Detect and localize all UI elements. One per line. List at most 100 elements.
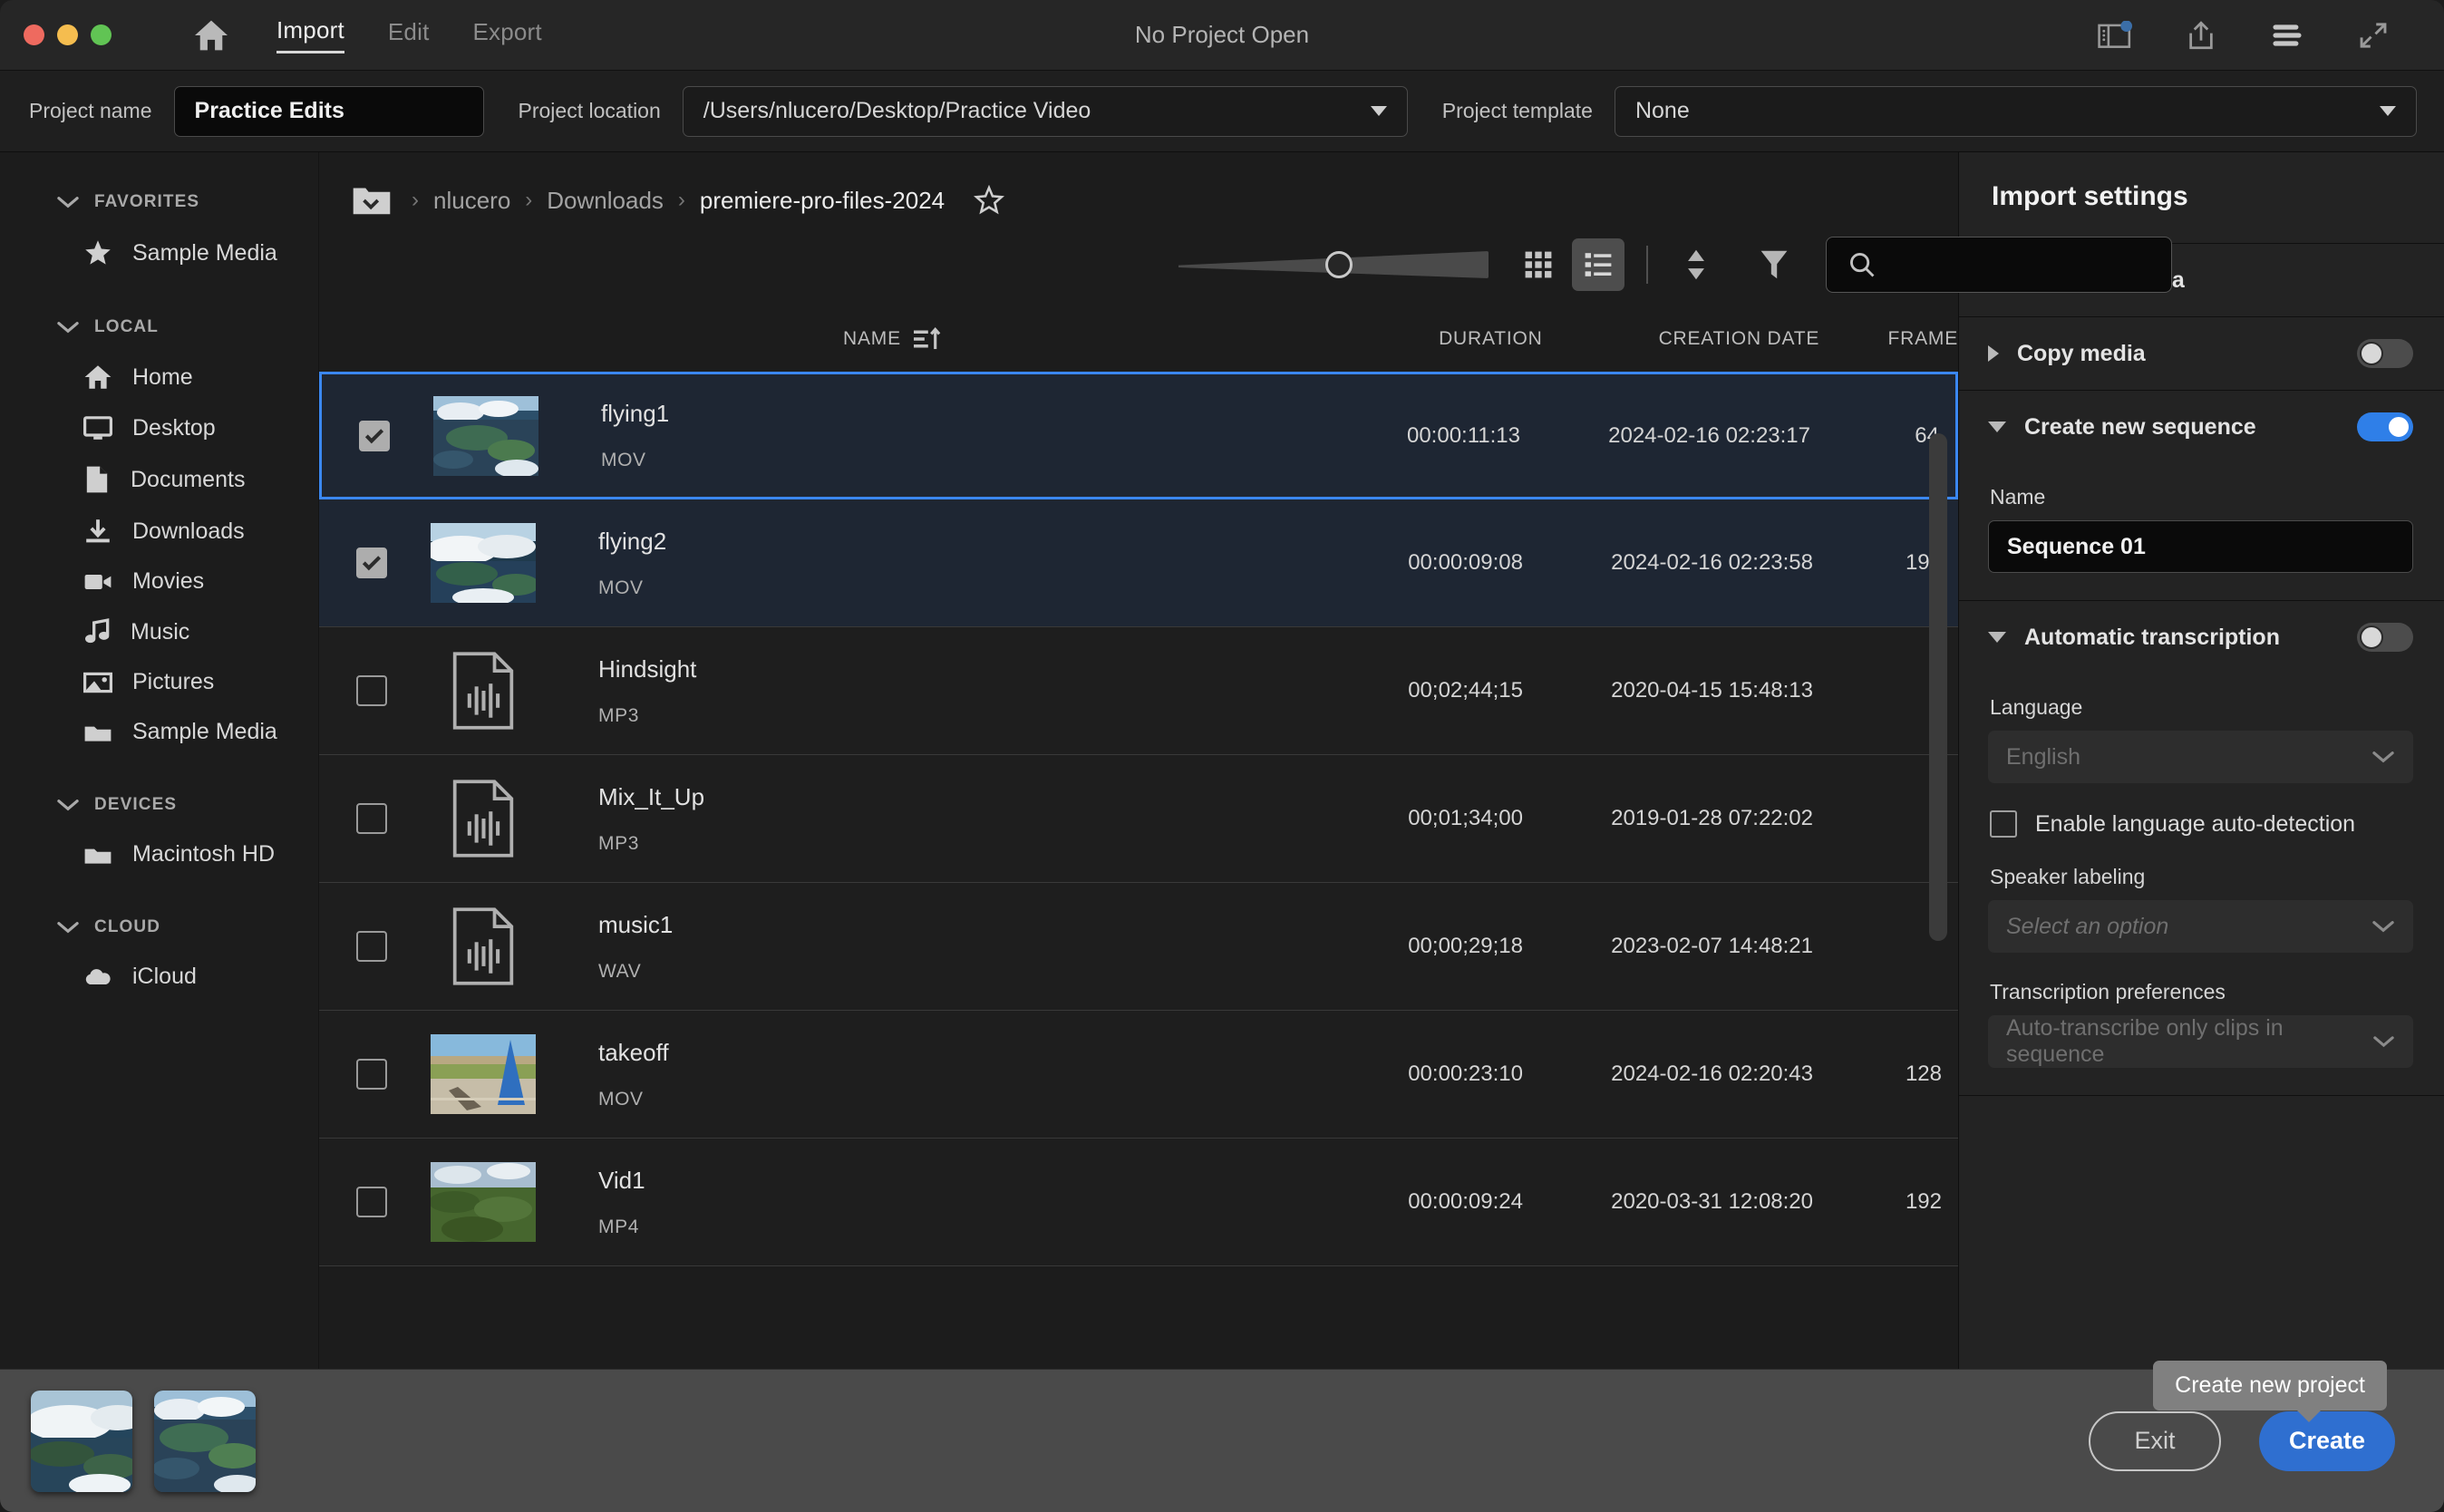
section-header[interactable]: Copy media (1959, 317, 2444, 390)
folder-dropdown-icon[interactable] (352, 183, 392, 218)
file-list-scrollbar[interactable] (1929, 433, 1947, 941)
automatic-transcription-toggle[interactable] (2357, 623, 2413, 652)
file-rows: flying1 MOV 00:00:11:13 2024-02-16 02:23… (319, 372, 1958, 1369)
table-row[interactable]: takeoff MOV 00:00:23:10 2024-02-16 02:20… (319, 1011, 1958, 1139)
tab-edit[interactable]: Edit (388, 18, 430, 53)
row-checkbox-cell[interactable] (319, 675, 424, 706)
sidebar-group-favorites[interactable]: FAVORITES (0, 178, 318, 227)
create-button-tooltip: Create new project (2153, 1361, 2387, 1422)
column-header-frame[interactable]: FRAME (1819, 328, 1958, 350)
row-checkbox[interactable] (356, 675, 387, 706)
table-row[interactable]: Hindsight MP3 00;02;44;15 2020-04-15 15:… (319, 627, 1958, 755)
breadcrumb-item-current[interactable]: premiere-pro-files-2024 (700, 187, 945, 215)
breadcrumb-item-nlucero[interactable]: nlucero (433, 187, 510, 215)
transcription-preferences-select[interactable]: Auto-transcribe only clips in sequence (1988, 1015, 2413, 1068)
create-button[interactable]: Create (2259, 1410, 2395, 1471)
table-row[interactable]: flying1 MOV 00:00:11:13 2024-02-16 02:23… (319, 372, 1958, 499)
row-checkbox[interactable] (356, 1059, 387, 1090)
minimize-window-button[interactable] (57, 24, 78, 45)
row-checkbox[interactable] (359, 420, 390, 451)
sidebar-item-downloads[interactable]: Downloads (0, 506, 318, 557)
hamburger-menu-icon[interactable] (2270, 23, 2304, 48)
project-template-select[interactable]: None (1614, 85, 2417, 137)
table-row[interactable]: Mix_It_Up MP3 00;01;34;00 2019-01-28 07:… (319, 755, 1958, 883)
thumbnail-size-slider[interactable] (1178, 247, 1489, 283)
row-checkbox[interactable] (356, 803, 387, 834)
table-row[interactable]: flying2 MOV 00:00:09:08 2024-02-16 02:23… (319, 499, 1958, 627)
home-icon[interactable] (193, 19, 229, 52)
project-name-input[interactable]: Practice Edits (173, 85, 484, 137)
share-export-icon[interactable] (2185, 20, 2217, 51)
sidebar-item-pictures[interactable]: Pictures (0, 657, 318, 707)
sidebar-group-cloud[interactable]: CLOUD (0, 903, 318, 952)
breadcrumb-item-downloads[interactable]: Downloads (547, 187, 664, 215)
maximize-window-button[interactable] (91, 24, 112, 45)
sidebar-item-sample-media[interactable]: Sample Media (0, 707, 318, 757)
filter-funnel-icon[interactable] (1748, 238, 1800, 291)
file-extension: MP3 (598, 704, 639, 726)
sidebar-item-music[interactable]: Music (0, 606, 318, 657)
grid-view-icon[interactable] (1512, 238, 1565, 291)
list-view-icon[interactable] (1572, 238, 1624, 291)
search-input[interactable] (1826, 237, 2172, 293)
row-checkbox-cell[interactable] (322, 420, 427, 451)
create-new-sequence-toggle[interactable] (2357, 412, 2413, 441)
sidebar-item-icloud[interactable]: iCloud (0, 952, 318, 1002)
section-header[interactable]: Automatic transcription (1959, 601, 2444, 674)
fullscreen-expand-icon[interactable] (2357, 20, 2390, 51)
panel-notification-icon[interactable] (2098, 20, 2132, 50)
close-window-button[interactable] (24, 24, 44, 45)
section-header[interactable]: Create new sequence (1959, 391, 2444, 463)
copy-media-toggle[interactable] (2357, 339, 2413, 368)
row-checkbox[interactable] (356, 548, 387, 578)
selected-clip-thumbnail[interactable] (31, 1390, 132, 1492)
sidebar-item-sample-media-fav[interactable]: Sample Media (0, 227, 318, 279)
section-label: Copy media (2017, 340, 2146, 366)
title-bar: Import Edit Export No Project Open (0, 0, 2444, 71)
row-thumbnail-cell (424, 1162, 542, 1242)
column-header-creation-date[interactable]: CREATION DATE (1543, 328, 1820, 350)
sidebar-item-desktop[interactable]: Desktop (0, 402, 318, 453)
sort-arrows-icon[interactable] (1670, 238, 1722, 291)
selected-clip-thumbnail[interactable] (154, 1390, 256, 1492)
row-checkbox-cell[interactable] (319, 548, 424, 578)
row-name-cell: Mix_It_Up MP3 (542, 783, 1336, 855)
column-header-duration[interactable]: DURATION (1364, 328, 1543, 350)
row-checkbox[interactable] (356, 1187, 387, 1217)
row-checkbox-cell[interactable] (319, 1187, 424, 1217)
exit-button[interactable]: Exit (2089, 1410, 2221, 1471)
project-location-select[interactable]: /Users/nlucero/Desktop/Practice Video (682, 85, 1408, 137)
sidebar-item-home[interactable]: Home (0, 352, 318, 402)
slider-knob[interactable] (1325, 251, 1353, 278)
row-checkbox[interactable] (356, 931, 387, 962)
file-name: flying1 (601, 400, 670, 427)
table-row[interactable]: Vid1 MP4 00:00:09:24 2020-03-31 12:08:20… (319, 1139, 1958, 1266)
image-icon (83, 672, 112, 693)
thumbnail-aerial-cloudbank (431, 523, 536, 603)
sidebar-item-macintosh-hd[interactable]: Macintosh HD (0, 829, 318, 879)
sequence-name-input[interactable]: Sequence 01 (1988, 520, 2413, 573)
column-header-name[interactable]: NAME (843, 327, 1364, 351)
sidebar-group-local[interactable]: LOCAL (0, 303, 318, 352)
row-checkbox-cell[interactable] (319, 931, 424, 962)
sidebar-group-devices[interactable]: DEVICES (0, 780, 318, 829)
file-name: Vid1 (598, 1166, 645, 1194)
sidebar-item-documents[interactable]: Documents (0, 453, 318, 506)
row-checkbox-cell[interactable] (319, 1059, 424, 1090)
tab-export[interactable]: Export (473, 18, 542, 53)
file-table: NAME DURATION CREATION DATE FRAME flying… (319, 306, 1958, 1369)
import-settings-title: Import settings (1959, 152, 2444, 244)
star-icon (85, 240, 111, 265)
row-checkbox-cell[interactable] (319, 803, 424, 834)
row-thumbnail-cell (424, 1034, 542, 1114)
star-outline-icon[interactable] (974, 185, 1005, 216)
language-autodetect-checkbox[interactable] (1990, 810, 2017, 838)
language-autodetect-row[interactable]: Enable language auto-detection (1990, 810, 2413, 838)
sidebar-item-movies[interactable]: Movies (0, 557, 318, 606)
tab-import[interactable]: Import (276, 16, 344, 53)
table-row[interactable]: music1 WAV 00;00;29;18 2023-02-07 14:48:… (319, 883, 1958, 1011)
language-select[interactable]: English (1988, 731, 2413, 783)
file-creation-date: 2024-02-16 02:23:58 (1611, 550, 1813, 575)
speaker-labeling-select[interactable]: Select an option (1988, 900, 2413, 953)
sidebar-item-label: Sample Media (132, 239, 277, 266)
